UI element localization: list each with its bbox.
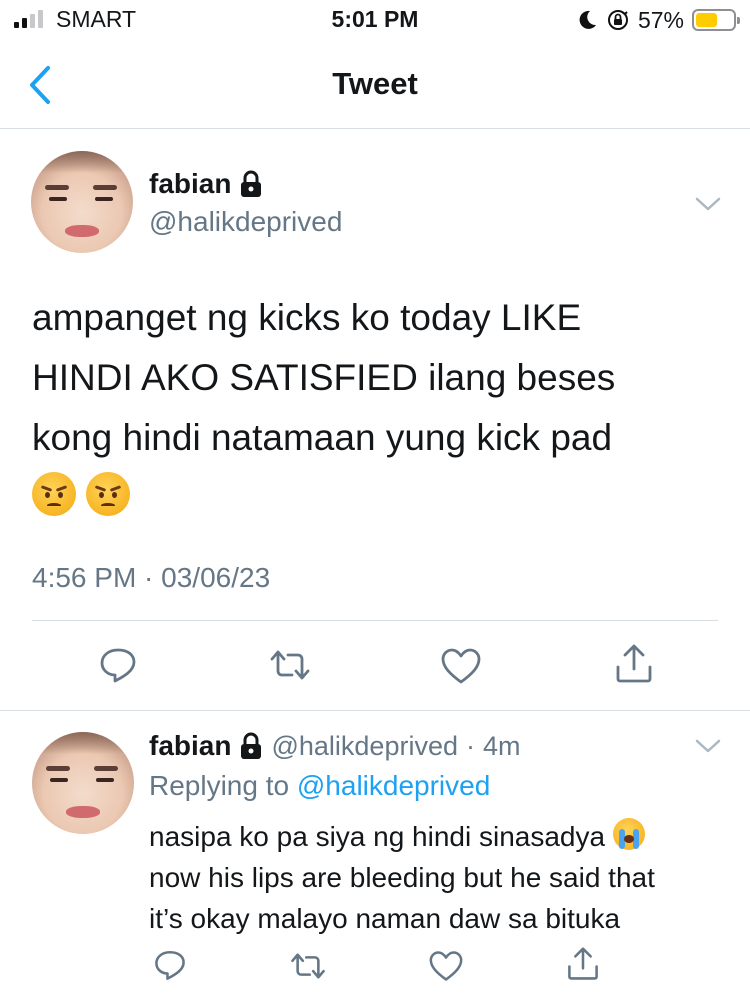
- author-name[interactable]: fabian: [149, 168, 231, 200]
- author-handle[interactable]: @halikdeprived: [149, 206, 342, 238]
- orientation-lock-icon: [607, 10, 628, 30]
- angry-face-emoji: [86, 472, 130, 516]
- avatar-mouth: [65, 225, 99, 237]
- share-button[interactable]: [614, 643, 654, 685]
- share-icon: [616, 644, 652, 683]
- like-button[interactable]: [440, 647, 482, 685]
- tweet-emoji-row: [32, 472, 130, 516]
- loudly-crying-face-emoji: [612, 818, 645, 850]
- lock-icon: [241, 170, 262, 197]
- avatar-eye-left: [50, 778, 68, 782]
- avatar-brow-right: [93, 185, 117, 190]
- retweet-icon: [270, 650, 310, 680]
- status-right-group: 57%: [576, 6, 740, 34]
- replying-to-line: Replying to @halikdeprived: [149, 770, 490, 802]
- reply-text-line: it’s okay malayo naman daw sa bituka: [149, 903, 621, 934]
- avatar[interactable]: [31, 151, 133, 253]
- retweet-icon: [291, 953, 325, 979]
- heart-icon: [441, 648, 481, 684]
- divider: [0, 710, 750, 711]
- battery-level-fill: [696, 13, 717, 27]
- lock-icon: [241, 732, 262, 759]
- reply-reply-button[interactable]: [153, 948, 187, 982]
- avatar-brow-left: [45, 185, 69, 190]
- page-title: Tweet: [332, 66, 418, 101]
- reply-text: nasipa ko pa siya ng hindi sinasadya now…: [149, 816, 729, 939]
- reply-button[interactable]: [98, 645, 138, 685]
- reply-icon: [100, 648, 136, 683]
- tweet-text-line: ampanget ng kicks ko today LIKE: [32, 297, 582, 338]
- angry-face-emoji: [32, 472, 76, 516]
- reply-retweet-button[interactable]: [289, 950, 327, 982]
- avatar-brow-right: [94, 766, 118, 771]
- tweet-author-line: fabian: [149, 168, 263, 200]
- avatar-hair: [32, 732, 134, 755]
- reply-age: 4m: [482, 730, 521, 761]
- share-icon: [568, 947, 598, 980]
- battery-percent: 57%: [637, 6, 684, 33]
- reply-icon: [155, 950, 185, 980]
- tweet-text-line: HINDI AKO SATISFIED ilang beses: [32, 357, 616, 398]
- reply-author-line: fabian @halikdeprived · 4m: [149, 730, 521, 762]
- avatar-brow-left: [46, 766, 70, 771]
- replying-to-label: Replying to: [149, 770, 290, 801]
- chevron-down-icon[interactable]: [695, 738, 721, 754]
- divider: [32, 620, 718, 621]
- battery-nub: [737, 17, 740, 24]
- reply-text-segment: nasipa ko pa siya ng hindi sinasadya: [149, 821, 606, 852]
- reply-text-line: nasipa ko pa siya ng hindi sinasadya: [149, 816, 729, 857]
- avatar-mouth: [66, 806, 100, 818]
- avatar-hair: [31, 151, 133, 174]
- avatar-eye-right: [95, 197, 113, 201]
- heart-icon: [429, 951, 463, 981]
- tweet-detail-screen: SMART 5:01 PM 57% Tweet fabian @halikdep…: [0, 0, 750, 999]
- nav-bar: Tweet: [0, 40, 750, 129]
- replying-to-link[interactable]: @halikdeprived: [297, 770, 490, 801]
- reply-text-line: now his lips are bleeding but he said th…: [149, 862, 655, 893]
- chevron-down-icon[interactable]: [695, 196, 721, 212]
- reply-author-handle[interactable]: @halikdeprived: [271, 731, 458, 762]
- tweet-timestamp: 4:56 PM · 03/06/23: [32, 562, 271, 593]
- retweet-button[interactable]: [268, 647, 312, 683]
- tweet-text: ampanget ng kicks ko today LIKE HINDI AK…: [32, 288, 722, 468]
- tweet-text-line: kong hindi natamaan yung kick pad: [32, 417, 613, 458]
- avatar-eye-right: [96, 778, 114, 782]
- battery-icon: [692, 9, 740, 31]
- moon-icon: [579, 10, 596, 29]
- reply-share-button[interactable]: [566, 946, 600, 982]
- status-bar: SMART 5:01 PM 57%: [0, 0, 750, 40]
- reply-like-button[interactable]: [428, 950, 464, 982]
- reply-avatar[interactable]: [32, 732, 134, 834]
- reply-author-name[interactable]: fabian: [149, 730, 231, 762]
- meta-separator: ·: [465, 730, 475, 761]
- avatar-eye-left: [49, 197, 67, 201]
